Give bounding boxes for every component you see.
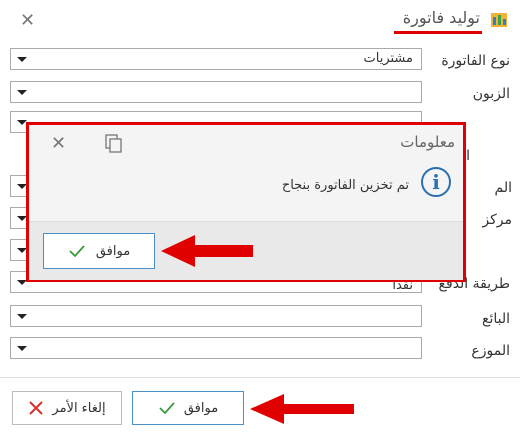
copy-icon[interactable]	[105, 134, 123, 154]
seller-select[interactable]	[10, 305, 422, 327]
customer-select[interactable]	[10, 81, 422, 103]
distributor-select[interactable]	[10, 337, 422, 359]
title-underline	[394, 31, 482, 34]
dialog-ok-button[interactable]: موافق	[43, 233, 155, 269]
hidden-label-2: الم	[494, 180, 512, 196]
dialog-close-icon[interactable]: ✕	[51, 133, 66, 154]
dialog-title: معلومات	[400, 133, 455, 151]
check-icon	[69, 245, 85, 258]
cancel-button[interactable]: إلغاء الأمر	[12, 391, 122, 425]
dialog-ok-label: موافق	[95, 243, 131, 259]
dialog-message: تم تخزين الفاتورة بنجاح	[281, 178, 409, 193]
app-icon	[491, 13, 507, 27]
hidden-label-3: مركز	[482, 212, 512, 228]
info-dialog: معلومات ✕ i تم تخزين الفاتورة بنجاح مواف…	[26, 122, 466, 282]
cross-icon	[29, 401, 44, 415]
seller-label: البائع	[482, 311, 510, 327]
cancel-button-label: إلغاء الأمر	[52, 400, 106, 416]
annotation-arrow-dialog	[161, 235, 253, 267]
customer-label: الزبون	[472, 86, 510, 102]
info-icon: i	[421, 167, 451, 197]
ok-button[interactable]: موافق	[132, 391, 244, 425]
chevron-down-icon	[17, 57, 27, 62]
chevron-down-icon	[17, 314, 27, 319]
check-icon	[159, 402, 175, 415]
ok-button-label: موافق	[183, 400, 219, 416]
distributor-label: الموزع	[471, 343, 510, 359]
invoice-type-value: مشتريات	[363, 51, 413, 66]
page-title: توليد فاتورة	[402, 8, 480, 27]
close-icon[interactable]: ✕	[20, 10, 35, 31]
chevron-down-icon	[17, 90, 27, 95]
invoice-type-label: نوع الفاتورة	[441, 53, 510, 69]
chevron-down-icon	[17, 346, 27, 351]
invoice-type-select[interactable]: مشتريات	[10, 48, 422, 70]
hidden-label-1: ا	[466, 148, 470, 164]
footer-divider	[0, 377, 520, 378]
annotation-arrow-bottom	[250, 394, 354, 424]
